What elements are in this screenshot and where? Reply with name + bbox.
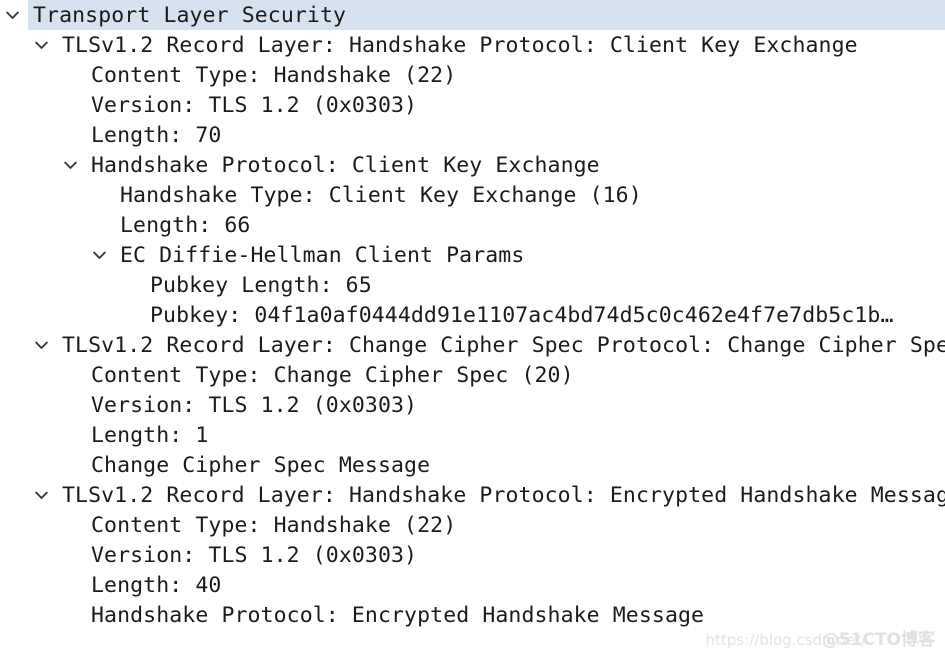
tree-row-label: Handshake Protocol: Client Key Exchange [91, 153, 600, 178]
tree-row-label: Version: TLS 1.2 (0x0303) [91, 93, 418, 118]
tree-row[interactable]: Length: 70 [0, 120, 945, 150]
tree-row[interactable]: Handshake Type: Client Key Exchange (16) [0, 180, 945, 210]
tree-row[interactable]: TLSv1.2 Record Layer: Handshake Protocol… [0, 30, 945, 60]
tree-row-label: Transport Layer Security [33, 3, 347, 28]
tree-row[interactable]: Handshake Protocol: Encrypted Handshake … [0, 600, 945, 630]
tree-row-label: Version: TLS 1.2 (0x0303) [91, 393, 418, 418]
chevron-down-icon[interactable] [33, 30, 49, 60]
tree-row-label: Pubkey Length: 65 [150, 273, 372, 298]
tree-row[interactable]: Version: TLS 1.2 (0x0303) [0, 540, 945, 570]
tree-row[interactable]: Handshake Protocol: Client Key Exchange [0, 150, 945, 180]
protocol-tree[interactable]: Transport Layer Security TLSv1.2 Record L… [0, 0, 945, 630]
tree-row-label: EC Diffie-Hellman Client Params [120, 243, 525, 268]
chevron-down-icon[interactable] [4, 0, 20, 30]
tree-row-label: Handshake Protocol: Encrypted Handshake … [91, 603, 705, 628]
tree-row[interactable]: Version: TLS 1.2 (0x0303) [0, 90, 945, 120]
tree-row-label: Handshake Type: Client Key Exchange (16) [120, 183, 642, 208]
tree-row[interactable]: Pubkey: 04f1a0af0444dd91e1107ac4bd74d5c0… [0, 300, 945, 330]
chevron-down-icon[interactable] [91, 240, 107, 270]
tree-row-label: Version: TLS 1.2 (0x0303) [91, 543, 418, 568]
tree-row-label: TLSv1.2 Record Layer: Handshake Protocol… [62, 33, 858, 58]
tree-row-label: Length: 66 [120, 213, 251, 238]
tree-row[interactable]: TLSv1.2 Record Layer: Handshake Protocol… [0, 480, 945, 510]
tree-row-label: Length: 1 [91, 423, 209, 448]
tree-row[interactable]: Length: 66 [0, 210, 945, 240]
tree-row-label: TLSv1.2 Record Layer: Change Cipher Spec… [62, 333, 945, 358]
tree-row[interactable]: TLSv1.2 Record Layer: Change Cipher Spec… [0, 330, 945, 360]
tree-row-label: Content Type: Handshake (22) [91, 63, 457, 88]
tree-row-label: Content Type: Change Cipher Spec (20) [91, 363, 574, 388]
tree-row-label: Length: 70 [91, 123, 222, 148]
tree-row[interactable]: Content Type: Handshake (22) [0, 60, 945, 90]
tree-row[interactable]: Version: TLS 1.2 (0x0303) [0, 390, 945, 420]
tree-row[interactable]: Change Cipher Spec Message [0, 450, 945, 480]
tree-row-label: Change Cipher Spec Message [91, 453, 431, 478]
tree-row[interactable]: Pubkey Length: 65 [0, 270, 945, 300]
tree-row-label: Length: 40 [91, 573, 222, 598]
chevron-down-icon[interactable] [62, 150, 78, 180]
tree-row[interactable]: Content Type: Handshake (22) [0, 510, 945, 540]
watermark-url: https://blog.csdn.net/ [705, 631, 866, 649]
chevron-down-icon[interactable] [33, 480, 49, 510]
tree-row-label: Content Type: Handshake (22) [91, 513, 457, 538]
tree-row[interactable]: Length: 1 [0, 420, 945, 450]
tree-row-label: Pubkey: 04f1a0af0444dd91e1107ac4bd74d5c0… [150, 303, 894, 328]
tree-row[interactable]: Length: 40 [0, 570, 945, 600]
tree-row[interactable]: Content Type: Change Cipher Spec (20) [0, 360, 945, 390]
chevron-down-icon[interactable] [33, 330, 49, 360]
tree-row[interactable]: Transport Layer Security [0, 0, 945, 30]
tree-row[interactable]: EC Diffie-Hellman Client Params [0, 240, 945, 270]
packet-details-panel: Transport Layer Security TLSv1.2 Record L… [0, 0, 945, 657]
tree-row-label: TLSv1.2 Record Layer: Handshake Protocol… [62, 483, 945, 508]
